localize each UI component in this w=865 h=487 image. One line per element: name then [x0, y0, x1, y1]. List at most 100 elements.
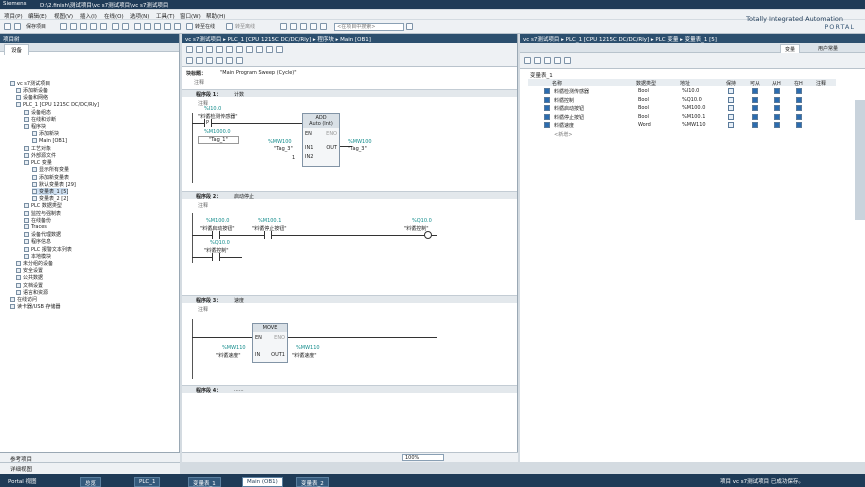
menu-edit[interactable]: 编辑(E): [28, 12, 47, 20]
cell-name[interactable]: 料循控制: [554, 97, 574, 104]
checkbox[interactable]: [728, 113, 734, 120]
open-project-icon[interactable]: [14, 23, 21, 30]
filter-icon[interactable]: [564, 57, 571, 64]
tree-item[interactable]: 在线备份: [24, 217, 51, 224]
ladder-toolbar-icon[interactable]: [196, 46, 203, 53]
tab-devices[interactable]: 设备: [4, 44, 30, 55]
p-trigger-tag[interactable]: "Tag_1": [198, 136, 239, 144]
empty-box-icon[interactable]: [216, 57, 223, 64]
in1-tag-name[interactable]: "Tag_3": [274, 146, 293, 152]
ladder-toolbar-icon[interactable]: [236, 46, 243, 53]
details-view-bar[interactable]: 详细视图: [0, 463, 180, 473]
table-row[interactable]: 料循启动按钮 Bool %M100.0: [530, 104, 830, 112]
tree-item[interactable]: 默认变量表 [29]: [32, 181, 76, 188]
tree-item[interactable]: 在线访问: [10, 296, 37, 303]
export-icon[interactable]: [544, 57, 551, 64]
portal-view-button[interactable]: Portal 视图: [8, 477, 37, 485]
cell-type[interactable]: Bool: [638, 105, 649, 111]
tree-item[interactable]: 文档设置: [16, 282, 43, 289]
project-search-input[interactable]: [334, 23, 404, 31]
compile-icon[interactable]: [134, 23, 141, 30]
tree-item[interactable]: 设备组态: [24, 109, 51, 116]
upload-icon[interactable]: [154, 23, 161, 30]
taskbar-tagtable2[interactable]: 变量表_2: [296, 477, 329, 487]
new-project-icon[interactable]: [4, 23, 11, 30]
cell-name[interactable]: 料循速度: [554, 122, 574, 129]
paste-icon[interactable]: [90, 23, 97, 30]
col-comment[interactable]: 注释: [816, 80, 826, 87]
add-instruction-box[interactable]: ADD Auto (Int) EN ENO IN1 IN2 OUT: [302, 113, 340, 167]
tree-item[interactable]: 设备和网络: [16, 94, 48, 101]
search-icon[interactable]: [406, 23, 413, 30]
checkbox[interactable]: [774, 88, 780, 94]
checkbox[interactable]: [796, 96, 802, 103]
split-window-icon[interactable]: [300, 23, 307, 30]
block-comment[interactable]: 注释: [194, 79, 204, 86]
move-out-tag[interactable]: "料循速度": [292, 352, 317, 359]
tree-item[interactable]: Traces: [24, 224, 47, 230]
ladder-toolbar-icon[interactable]: [256, 46, 263, 53]
table-row[interactable]: 料循速度 Word %MW110: [530, 121, 830, 129]
no-contact-icon[interactable]: [186, 57, 193, 64]
tree-item[interactable]: 程序信息: [24, 238, 51, 245]
reference-projects-bar[interactable]: 参考项目: [0, 453, 180, 463]
checkbox[interactable]: [752, 88, 758, 94]
col-name[interactable]: 名称: [552, 80, 562, 87]
menu-tools[interactable]: 工具(T): [156, 12, 175, 20]
tree-item[interactable]: 语言和资源: [16, 289, 48, 296]
table-row[interactable]: 料循停止按钮 Bool %M100.1: [530, 113, 830, 121]
add-box-type[interactable]: Auto (Int): [303, 121, 339, 127]
cell-name[interactable]: 料循检测传感器: [554, 88, 589, 95]
in2-value[interactable]: 1: [292, 155, 295, 161]
stop-nc-contact[interactable]: [264, 231, 272, 239]
add-new-row[interactable]: <新增>: [554, 131, 572, 138]
ladder-toolbar-icon[interactable]: [186, 46, 193, 53]
checkbox[interactable]: [752, 105, 758, 111]
checkbox[interactable]: [752, 96, 758, 103]
cell-type[interactable]: Bool: [638, 97, 649, 103]
tree-item[interactable]: 添加新块: [32, 130, 59, 137]
tree-item[interactable]: 监控与强制表: [24, 210, 61, 217]
accessible-devices-icon[interactable]: [280, 23, 287, 30]
checkbox[interactable]: [774, 105, 780, 111]
save-project-button[interactable]: 保存项目: [26, 23, 46, 30]
go-online-button[interactable]: 转至在线: [195, 23, 215, 30]
maximize-icon[interactable]: [320, 23, 327, 30]
tree-item[interactable]: 本地模块: [24, 253, 51, 260]
cell-name[interactable]: 料循停止按钮: [554, 114, 584, 121]
tree-item[interactable]: 显示所有变量: [32, 166, 69, 173]
split-horizontal-icon[interactable]: [310, 23, 317, 30]
checkbox[interactable]: [728, 96, 734, 103]
menu-window[interactable]: 窗口(W): [180, 12, 201, 20]
checkbox[interactable]: [774, 96, 780, 103]
block-title[interactable]: "Main Program Sweep (Cycle)": [220, 70, 297, 76]
ladder-toolbar-icon[interactable]: [246, 46, 253, 53]
tree-item[interactable]: 工艺对象: [24, 145, 51, 152]
table-row[interactable]: 料循控制 Bool %Q10.0: [530, 96, 830, 104]
cross-reference-icon[interactable]: [290, 23, 297, 30]
checkbox[interactable]: [752, 113, 758, 120]
checkbox[interactable]: [774, 113, 780, 120]
tree-item[interactable]: PLC_1 [CPU 1215C DC/DC/Rly]: [16, 101, 99, 108]
zoom-select[interactable]: 100%: [402, 454, 444, 461]
out-tag-name[interactable]: "Tag_3": [348, 146, 367, 152]
cell-name[interactable]: 料循启动按钮: [554, 105, 584, 112]
checkbox[interactable]: [774, 122, 780, 128]
undo-icon[interactable]: [112, 23, 119, 30]
go-offline-button[interactable]: 转至离线: [235, 23, 255, 30]
menu-insert[interactable]: 插入(I): [80, 12, 97, 20]
checkbox[interactable]: [796, 88, 802, 94]
latch-no-contact[interactable]: [212, 253, 220, 261]
network-2-comment[interactable]: 注释: [198, 202, 208, 209]
tree-item[interactable]: 读卡器/USB 存储器: [10, 303, 61, 310]
tree-item[interactable]: PLC 报警文本列表: [24, 246, 72, 253]
tab-user-constants[interactable]: 用户常量: [814, 44, 842, 53]
close-branch-icon[interactable]: [236, 57, 243, 64]
download-icon[interactable]: [144, 23, 151, 30]
tree-item[interactable]: 外部源文件: [24, 152, 56, 159]
col-writable[interactable]: 从H: [772, 80, 781, 87]
cell-type[interactable]: Word: [638, 122, 651, 128]
coil-icon[interactable]: [206, 57, 213, 64]
redo-icon[interactable]: [122, 23, 129, 30]
cell-addr[interactable]: %M100.1: [682, 114, 705, 120]
